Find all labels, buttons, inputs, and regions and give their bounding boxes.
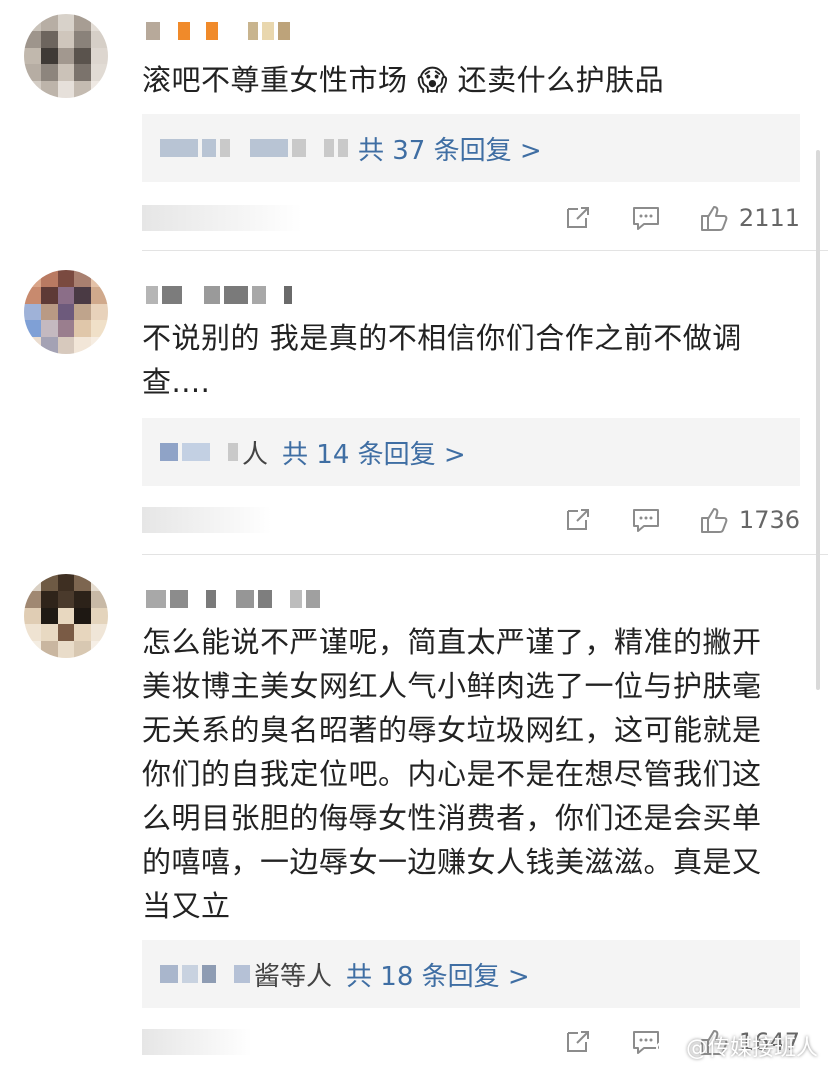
like-count: 2111 — [738, 204, 800, 232]
weibo-logo-icon — [655, 1037, 681, 1056]
replies-preview[interactable]: 共 37 条回复 > — [142, 114, 800, 182]
scrollbar[interactable] — [816, 150, 820, 690]
comment-text: 不说别的 我是真的不相信你们合作之前不做调查.... — [142, 321, 742, 399]
like-icon[interactable] — [699, 505, 729, 535]
replies-preview[interactable]: 人 共 14 条回复 > — [142, 418, 800, 486]
reply-count-link[interactable]: 共 37 条回复 > — [358, 130, 542, 167]
reply-users: 人 — [242, 439, 269, 470]
timestamp — [142, 1029, 252, 1055]
username[interactable] — [146, 18, 290, 44]
comment-footer: 1736 — [142, 500, 800, 540]
reply-count-link[interactable]: 共 14 条回复 > — [282, 434, 466, 471]
comment-text: 怎么能说不严谨呢，简直太严谨了，精准的撇开美妆博主美女网红人气小鲜肉选了一位与护… — [142, 625, 762, 923]
watermark-text: @传媒接班人 — [685, 1036, 818, 1061]
avatar[interactable] — [24, 574, 108, 658]
share-icon[interactable] — [563, 505, 593, 535]
avatar[interactable] — [24, 14, 108, 98]
comment-3: 怎么能说不严谨呢，简直太严谨了，精准的撇开美妆博主美女网红人气小鲜肉选了一位与护… — [0, 556, 828, 1072]
username[interactable] — [146, 282, 292, 308]
share-icon[interactable] — [563, 1027, 593, 1057]
share-icon[interactable] — [563, 203, 593, 233]
comment-icon[interactable] — [631, 203, 661, 233]
avatar[interactable] — [24, 270, 108, 354]
comment-icon[interactable] — [631, 505, 661, 535]
reply-users: 酱等人 — [254, 961, 333, 992]
timestamp — [142, 507, 272, 533]
comment-2: 不说别的 我是真的不相信你们合作之前不做调查.... 人 共 14 条回复 > … — [0, 252, 828, 555]
like-icon[interactable] — [699, 203, 729, 233]
timestamp — [142, 205, 302, 231]
divider — [142, 554, 828, 555]
comment-footer: 2111 — [142, 198, 800, 238]
replies-preview[interactable]: 酱等人 共 18 条回复 > — [142, 940, 800, 1008]
comment-text: 滚吧不尊重女性市场 😱 还卖什么护肤品 — [142, 63, 665, 97]
like-count: 1736 — [738, 506, 800, 534]
comment-1: 滚吧不尊重女性市场 😱 还卖什么护肤品 共 37 条回复 > 2111 — [0, 0, 828, 251]
reply-count-link[interactable]: 共 18 条回复 > — [346, 956, 530, 993]
username[interactable] — [146, 586, 320, 612]
watermark: @传媒接班人 — [655, 1030, 818, 1062]
divider — [142, 250, 828, 251]
